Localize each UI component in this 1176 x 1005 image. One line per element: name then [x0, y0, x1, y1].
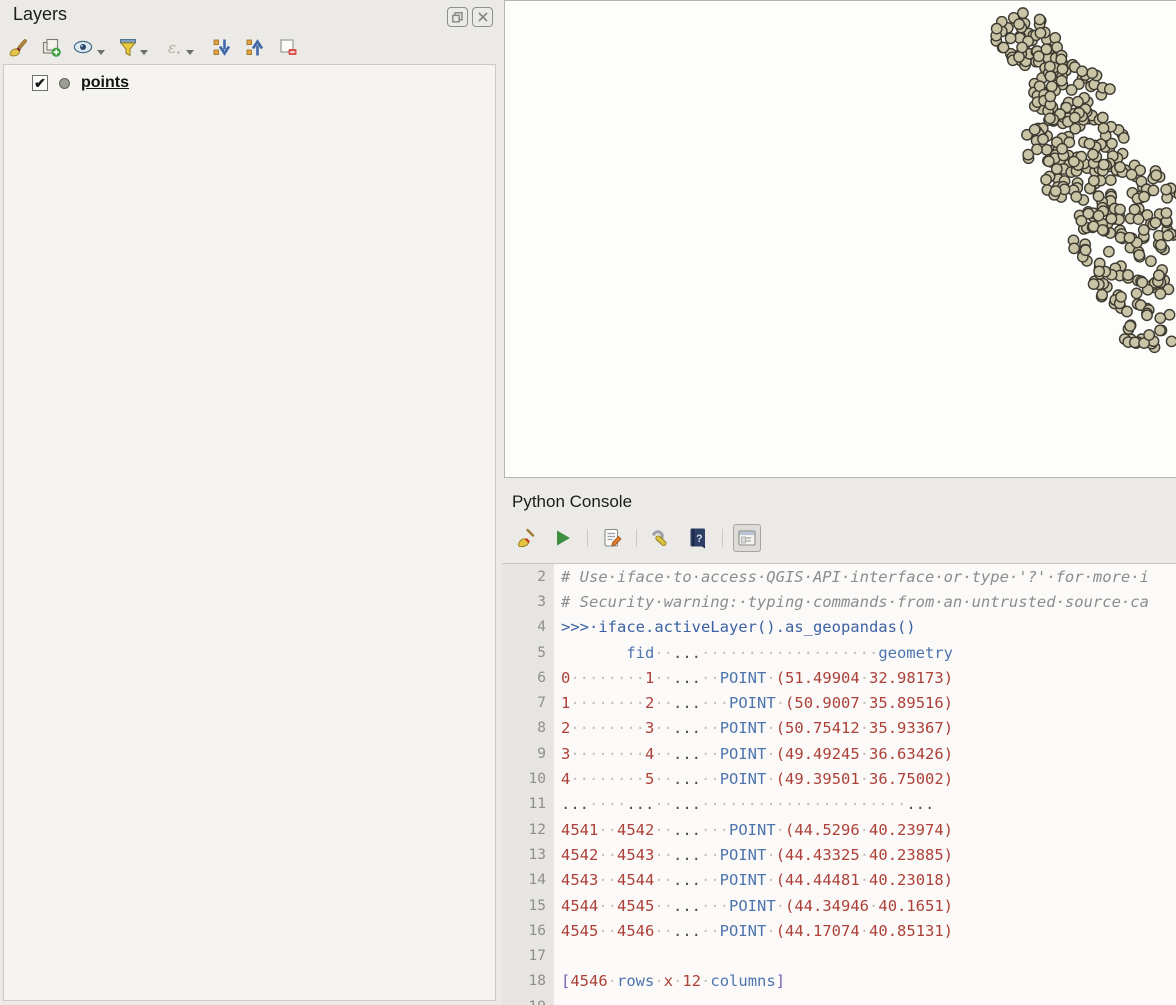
console-line: 82········3··...··POINT·(50.75412·35.933… — [502, 716, 1176, 741]
console-line: 18[4546·rows·x·12·columns] — [502, 969, 1176, 994]
line-number: 11 — [502, 792, 554, 817]
svg-text:ε: ε — [168, 39, 176, 57]
line-number: 4 — [502, 615, 554, 640]
console-line: 17 — [502, 943, 1176, 968]
console-line: 93········4··...··POINT·(49.49245·36.634… — [502, 741, 1176, 766]
console-line: 5 fid··...···················geometry — [502, 640, 1176, 665]
line-number: 2 — [502, 564, 554, 589]
layer-name[interactable]: points — [81, 74, 129, 92]
line-number: 12 — [502, 817, 554, 842]
toolbar-separator — [587, 529, 588, 547]
console-line: 2# Use·iface·to·access·QGIS·API·interfac… — [502, 564, 1176, 589]
console-line: 154544··4545··...···POINT·(44.34946·40.1… — [502, 893, 1176, 918]
line-number: 16 — [502, 918, 554, 943]
svg-text:?: ? — [696, 533, 703, 545]
console-line: 134542··4543··...··POINT·(44.43325·40.23… — [502, 842, 1176, 867]
layer-visibility-checkbox[interactable]: ✔ — [32, 75, 48, 91]
show-editor-icon[interactable] — [598, 524, 626, 552]
console-line: 104········5··...··POINT·(49.39501·36.75… — [502, 766, 1176, 791]
chevron-down-icon — [140, 50, 148, 55]
toolbar-separator — [722, 529, 723, 547]
dock-toggle-icon[interactable] — [733, 524, 761, 552]
console-line: 11...····...··...······················.… — [502, 792, 1176, 817]
filter-legend-funnel-icon[interactable] — [119, 35, 155, 59]
console-line: 3# Security·warning:·typing·commands·fro… — [502, 589, 1176, 614]
add-group-icon[interactable] — [40, 35, 63, 59]
toolbar-separator — [636, 529, 637, 547]
line-number: 19 — [502, 994, 554, 1005]
layers-panel: Layers — [0, 0, 500, 1004]
remove-layer-icon[interactable] — [277, 35, 300, 59]
layers-panel-title: Layers — [13, 4, 67, 25]
clear-console-broom-icon[interactable] — [512, 524, 540, 552]
console-line: 71········2··...···POINT·(50.9007·35.895… — [502, 690, 1176, 715]
layers-panel-header: Layers — [0, 0, 500, 30]
layer-tree: ✔ points — [3, 64, 496, 1001]
line-number: 15 — [502, 893, 554, 918]
console-line: 19 — [502, 994, 1176, 1005]
line-number: 17 — [502, 943, 554, 968]
point-symbol-icon — [59, 78, 70, 89]
chevron-down-icon — [97, 50, 105, 55]
line-number: 14 — [502, 868, 554, 893]
filter-expression-icon[interactable]: ε — [165, 35, 201, 59]
run-command-icon[interactable] — [549, 524, 577, 552]
console-line: 164545··4546··...··POINT·(44.17074·40.85… — [502, 918, 1176, 943]
options-wrench-icon[interactable] — [647, 524, 675, 552]
console-line: 60········1··...··POINT·(51.49904·32.981… — [502, 665, 1176, 690]
console-output[interactable]: 2# Use·iface·to·access·QGIS·API·interfac… — [502, 563, 1176, 1005]
layer-styling-brush-icon[interactable] — [7, 35, 30, 59]
python-console-panel: Python Console — [500, 479, 1176, 1004]
line-number: 7 — [502, 690, 554, 715]
map-points-layer — [505, 1, 1176, 477]
console-line: 144543··4544··...··POINT·(44.44481·40.23… — [502, 868, 1176, 893]
map-themes-eye-icon[interactable] — [73, 35, 109, 59]
map-canvas[interactable] — [504, 0, 1176, 478]
float-panel-icon[interactable] — [447, 7, 468, 27]
console-line: 124541··4542··...···POINT·(44.5296·40.23… — [502, 817, 1176, 842]
line-number: 9 — [502, 741, 554, 766]
layer-item-points[interactable]: ✔ points — [32, 74, 495, 92]
close-panel-icon[interactable] — [472, 7, 493, 27]
line-number: 8 — [502, 716, 554, 741]
chevron-down-icon — [186, 50, 194, 55]
console-line: 4>>>·iface.activeLayer().as_geopandas() — [502, 615, 1176, 640]
python-console-toolbar: ? — [512, 521, 761, 555]
line-number: 18 — [502, 969, 554, 994]
layers-toolbar: ε — [7, 33, 300, 61]
collapse-all-icon[interactable] — [244, 35, 267, 59]
line-number: 6 — [502, 665, 554, 690]
expand-all-icon[interactable] — [211, 35, 234, 59]
python-console-title: Python Console — [512, 492, 632, 512]
line-number: 3 — [502, 589, 554, 614]
line-number: 5 — [502, 640, 554, 665]
line-number: 10 — [502, 766, 554, 791]
help-book-icon[interactable]: ? — [684, 524, 712, 552]
line-number: 13 — [502, 842, 554, 867]
